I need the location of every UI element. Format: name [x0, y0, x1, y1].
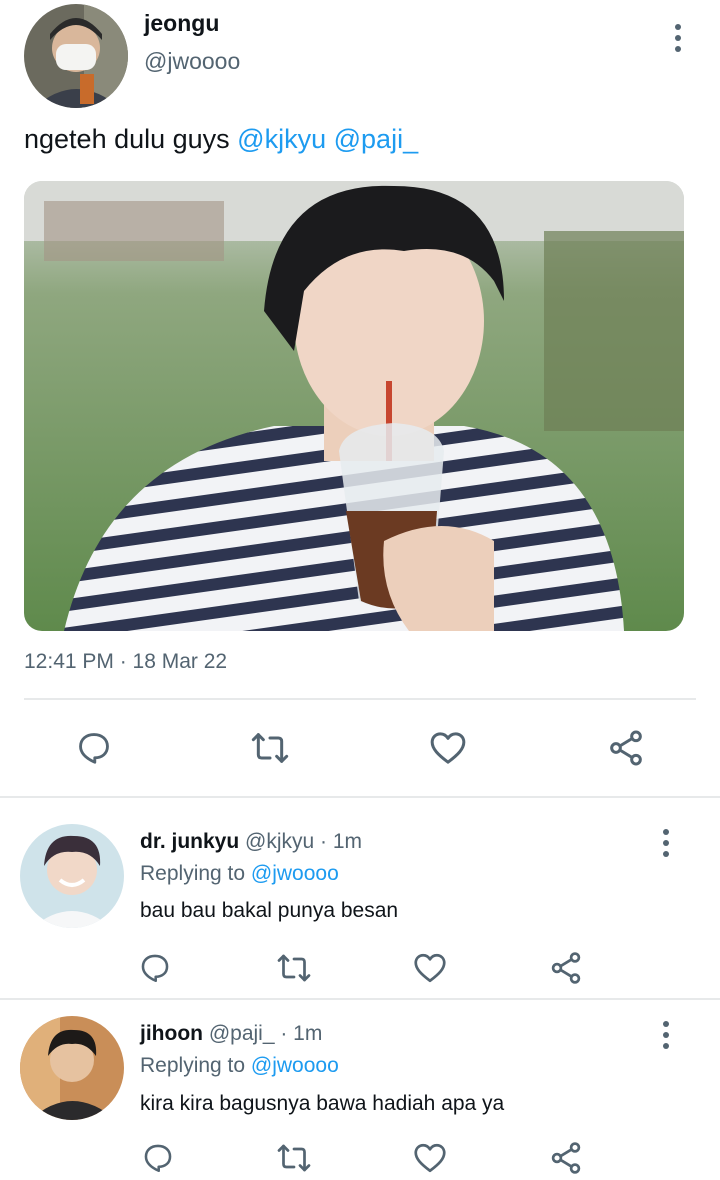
share-nodes-icon — [551, 952, 581, 984]
reply-button[interactable] — [138, 1138, 178, 1178]
reply-display-name[interactable]: dr. junkyu — [140, 830, 239, 853]
share-button[interactable] — [602, 724, 650, 772]
dot-icon — [675, 35, 681, 41]
retweet-arrows-icon — [277, 954, 311, 982]
comment-bubble-icon — [141, 954, 169, 983]
avatar-photo-icon — [20, 1016, 124, 1120]
heart-outline-icon — [430, 732, 466, 764]
divider — [0, 796, 720, 798]
like-button[interactable] — [424, 724, 472, 772]
author-handle[interactable]: @jwoooo — [144, 48, 240, 75]
dot-icon — [663, 840, 669, 846]
reply-handle-time[interactable]: @kjkyu · 1m — [245, 830, 362, 853]
reply-header: jihoon @paji_ · 1m — [140, 1022, 322, 1046]
reply-more-options-button[interactable] — [654, 823, 678, 863]
tweet-timestamp[interactable]: 12:41 PM · 18 Mar 22 — [24, 650, 227, 674]
reply-more-options-button[interactable] — [654, 1015, 678, 1055]
dot-icon — [663, 1032, 669, 1038]
reply-avatar[interactable] — [20, 1016, 124, 1120]
more-options-button[interactable] — [666, 18, 690, 58]
like-button[interactable] — [410, 1138, 450, 1178]
reply-text: bau bau bakal punya besan — [140, 899, 399, 922]
tweet-text-body: ngeteh dulu guys — [24, 124, 238, 154]
dot-icon — [663, 829, 669, 835]
retweet-arrows-icon — [251, 733, 289, 763]
comment-bubble-icon — [79, 733, 109, 764]
reply-display-name[interactable]: jihoon — [140, 1022, 203, 1045]
dot-icon — [663, 851, 669, 857]
mention-link[interactable]: @paji_ — [334, 124, 418, 154]
author-display-name[interactable]: jeongu — [144, 10, 219, 37]
retweet-arrows-icon — [277, 1144, 311, 1172]
share-button[interactable] — [546, 1138, 586, 1178]
replying-to: Replying to @jwoooo — [140, 1054, 339, 1078]
retweet-button[interactable] — [246, 724, 294, 772]
photo-image — [24, 181, 684, 631]
divider — [24, 698, 696, 700]
avatar-photo-icon — [24, 4, 128, 108]
retweet-button[interactable] — [274, 1138, 314, 1178]
author-avatar[interactable] — [24, 4, 128, 108]
replying-to-link[interactable]: @jwoooo — [251, 1054, 339, 1077]
share-button[interactable] — [546, 948, 586, 988]
reply-text: kira kira bagusnya bawa hadiah apa ya — [140, 1092, 505, 1115]
tweet-media-photo[interactable] — [24, 181, 684, 631]
share-nodes-icon — [610, 730, 642, 766]
replying-to-label: Replying to — [140, 1054, 251, 1077]
dot-icon — [675, 46, 681, 52]
reply-button[interactable] — [138, 948, 172, 988]
reply-header: dr. junkyu @kjkyu · 1m — [140, 830, 362, 854]
dot-icon — [663, 1043, 669, 1049]
reply-button[interactable] — [70, 724, 118, 772]
replying-to: Replying to @jwoooo — [140, 862, 339, 886]
share-nodes-icon — [551, 1142, 581, 1174]
like-button[interactable] — [410, 948, 450, 988]
tweet-text: ngeteh dulu guys @kjkyu @paji_ — [24, 124, 418, 155]
comment-bubble-icon — [144, 1144, 172, 1173]
heart-outline-icon — [414, 1143, 446, 1173]
avatar-photo-icon — [20, 824, 124, 928]
replying-to-link[interactable]: @jwoooo — [251, 862, 339, 885]
mention-link[interactable]: @kjkyu — [237, 124, 326, 154]
replying-to-label: Replying to — [140, 862, 251, 885]
retweet-button[interactable] — [274, 948, 314, 988]
reply-avatar[interactable] — [20, 824, 124, 928]
reply-handle-time[interactable]: @paji_ · 1m — [209, 1022, 323, 1045]
heart-outline-icon — [414, 953, 446, 983]
dot-icon — [675, 24, 681, 30]
divider — [0, 998, 720, 1000]
dot-icon — [663, 1021, 669, 1027]
